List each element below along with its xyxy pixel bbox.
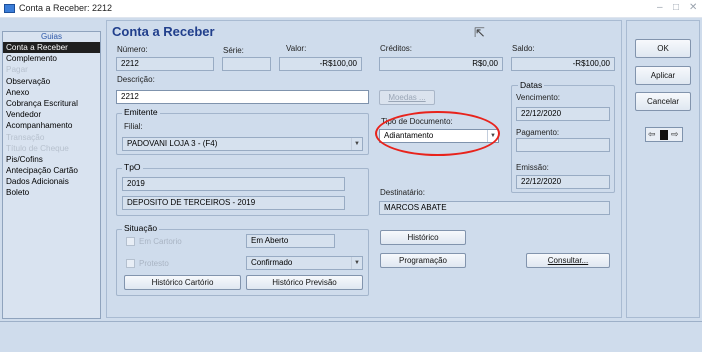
sidebar-item[interactable]: Conta a Receber xyxy=(3,42,100,54)
emissao-label: Emissão: xyxy=(516,163,549,172)
arrow-left-icon[interactable]: ⇦ xyxy=(648,129,656,140)
sidebar-item[interactable]: Vendedor xyxy=(3,109,100,120)
emissao-field[interactable]: 22/12/2020 xyxy=(516,175,610,189)
title-bar: Conta a Receber: 2212 – □ ✕ xyxy=(0,0,702,18)
window-title: Conta a Receber: 2212 xyxy=(19,3,113,13)
pagamento-field[interactable] xyxy=(516,138,610,152)
tabs-sidebar: Guias Conta a Receber Complemento Pagar Obs… xyxy=(2,31,101,319)
vencimento-label: Vencimento: xyxy=(516,93,561,102)
status-bar xyxy=(0,321,702,352)
sidebar-item[interactable]: Anexo xyxy=(3,87,100,98)
sidebar-item[interactable]: Observação xyxy=(3,76,100,87)
sidebar-header: Guias xyxy=(41,32,62,41)
serie-label: Série: xyxy=(223,46,244,55)
app-window-icon xyxy=(4,4,15,13)
situacao-title: Situação xyxy=(122,223,160,233)
main-panel: Conta a Receber ⇱ Número: 2212 Série: Va… xyxy=(106,20,622,318)
arrow-right-icon[interactable]: ⇨ xyxy=(671,129,679,140)
pagamento-label: Pagamento: xyxy=(516,128,560,137)
actions-panel: OK Aplicar Cancelar xyxy=(626,20,700,318)
cancelar-button[interactable]: Cancelar xyxy=(635,92,691,111)
ok-button[interactable]: OK xyxy=(635,39,691,58)
creditos-label: Créditos: xyxy=(380,44,413,53)
historico-previsao-button[interactable]: Histórico Previsão xyxy=(246,275,363,290)
creditos-field[interactable]: R$0,00 xyxy=(379,57,503,71)
tpo-description-field[interactable]: DEPOSITO DE TERCEIROS - 2019 xyxy=(122,196,345,210)
sidebar-item[interactable]: Boleto xyxy=(3,187,100,198)
valor-field[interactable]: -R$100,00 xyxy=(279,57,362,71)
protesto-value: Confirmado xyxy=(251,258,293,267)
programacao-button[interactable]: Programação xyxy=(380,253,466,268)
chevron-down-icon[interactable]: ▼ xyxy=(351,257,362,269)
protesto-checkbox[interactable]: Protesto xyxy=(126,259,169,268)
saldo-label: Saldo: xyxy=(512,44,535,53)
sidebar-item: Título de Cheque xyxy=(6,143,69,153)
filial-select[interactable]: PADOVANI LOJA 3 - (F4) ▼ xyxy=(122,137,363,151)
filial-label: Filial: xyxy=(124,122,143,131)
em-cartorio-label: Em Cartorio xyxy=(139,237,182,246)
sidebar-item: Pagar xyxy=(6,65,28,75)
em-cartorio-checkbox[interactable]: Em Cartorio xyxy=(126,237,182,246)
destinatario-label: Destinatário: xyxy=(380,188,425,197)
filial-value: PADOVANI LOJA 3 - (F4) xyxy=(127,139,218,148)
valor-label: Valor: xyxy=(286,44,307,53)
serie-field[interactable] xyxy=(222,57,271,71)
moedas-button[interactable]: Moedas ... xyxy=(379,90,435,105)
sidebar-item[interactable]: Acompanhamento xyxy=(3,120,100,131)
sidebar-item[interactable]: Complemento xyxy=(3,53,100,64)
restore-icon[interactable]: □ xyxy=(673,2,679,13)
tpo-title: TpO xyxy=(122,162,143,172)
historico-button[interactable]: Histórico xyxy=(380,230,466,245)
close-icon[interactable]: ✕ xyxy=(689,2,697,13)
datas-title: Datas xyxy=(518,80,545,90)
page-title: Conta a Receber xyxy=(112,24,215,39)
protesto-select[interactable]: Confirmado ▼ xyxy=(246,256,363,270)
record-marker-icon xyxy=(660,130,668,140)
descricao-input[interactable]: 2212 xyxy=(116,90,369,104)
descricao-label: Descrição: xyxy=(117,75,155,84)
annotation-ellipse xyxy=(375,111,500,156)
record-navigator[interactable]: ⇦ ⇨ xyxy=(645,127,683,142)
sidebar-item[interactable]: Antecipação Cartão xyxy=(3,165,100,176)
emitente-title: Emitente xyxy=(122,107,160,117)
tpo-code-field[interactable]: 2019 xyxy=(122,177,345,191)
checkbox-box xyxy=(126,237,135,246)
minimize-icon[interactable]: – xyxy=(657,2,663,13)
numero-label: Número: xyxy=(117,45,148,54)
consultar-button[interactable]: Consultar... xyxy=(526,253,610,268)
protesto-label: Protesto xyxy=(139,259,169,268)
mouse-pointer-icon: ⇱ xyxy=(474,25,485,40)
sidebar-item[interactable]: Cobrança Escritural xyxy=(3,98,100,109)
sidebar-item: Transação xyxy=(6,132,45,142)
checkbox-box xyxy=(126,259,135,268)
vencimento-field[interactable]: 22/12/2020 xyxy=(516,107,610,121)
aplicar-button[interactable]: Aplicar xyxy=(635,66,691,85)
em-cartorio-status: Em Aberto xyxy=(246,234,335,248)
historico-cartorio-button[interactable]: Histórico Cartório xyxy=(124,275,241,290)
destinatario-field[interactable]: MARCOS ABATE xyxy=(379,201,610,215)
sidebar-item[interactable]: Dados Adicionais xyxy=(3,176,100,187)
chevron-down-icon[interactable]: ▼ xyxy=(351,138,362,150)
sidebar-item[interactable]: Pis/Cofins xyxy=(3,154,100,165)
numero-field[interactable]: 2212 xyxy=(116,57,214,71)
saldo-field[interactable]: -R$100,00 xyxy=(511,57,615,71)
